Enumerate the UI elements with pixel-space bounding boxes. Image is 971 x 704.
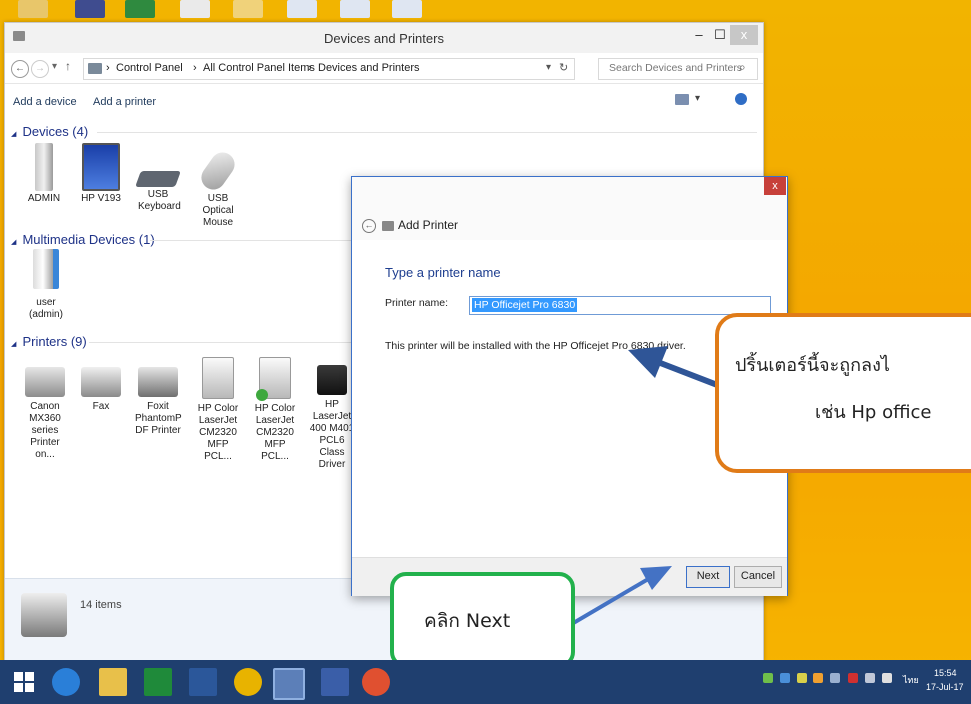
app-icon[interactable] xyxy=(362,668,390,696)
store-icon[interactable] xyxy=(144,668,172,696)
taskbar: ไทย 15:54 17-Jul-17 xyxy=(0,660,971,704)
green-callout-text: คลิก Next xyxy=(424,610,511,632)
clock-date[interactable]: 17-Jul-17 xyxy=(926,682,964,692)
start-button[interactable] xyxy=(14,672,34,692)
control-panel-taskbar-icon[interactable] xyxy=(273,668,305,700)
flag-icon[interactable] xyxy=(882,673,892,683)
file-explorer-icon[interactable] xyxy=(99,668,127,696)
tray-icon[interactable] xyxy=(813,673,823,683)
word-icon[interactable] xyxy=(189,668,217,696)
settings-icon[interactable] xyxy=(321,668,349,696)
orange-callout-line1: ปริ้นเตอร์นี้จะถูกลงไ xyxy=(735,355,890,376)
volume-icon[interactable] xyxy=(865,673,875,683)
chrome-icon[interactable] xyxy=(234,668,262,696)
tray-icon[interactable] xyxy=(830,673,840,683)
arrow-to-next-button xyxy=(568,566,672,627)
orange-callout-line2: เช่น Hp office xyxy=(815,402,932,423)
language-indicator[interactable]: ไทย xyxy=(903,673,919,687)
internet-explorer-icon[interactable] xyxy=(52,668,80,696)
tray-icon[interactable] xyxy=(780,673,790,683)
clock-time[interactable]: 15:54 xyxy=(934,668,957,678)
tray-icon[interactable] xyxy=(848,673,858,683)
tray-icon[interactable] xyxy=(763,673,773,683)
orange-callout: ปริ้นเตอร์นี้จะถูกลงไ เช่น Hp office xyxy=(715,313,971,473)
green-callout: คลิก Next xyxy=(390,572,575,668)
tray-icon[interactable] xyxy=(797,673,807,683)
